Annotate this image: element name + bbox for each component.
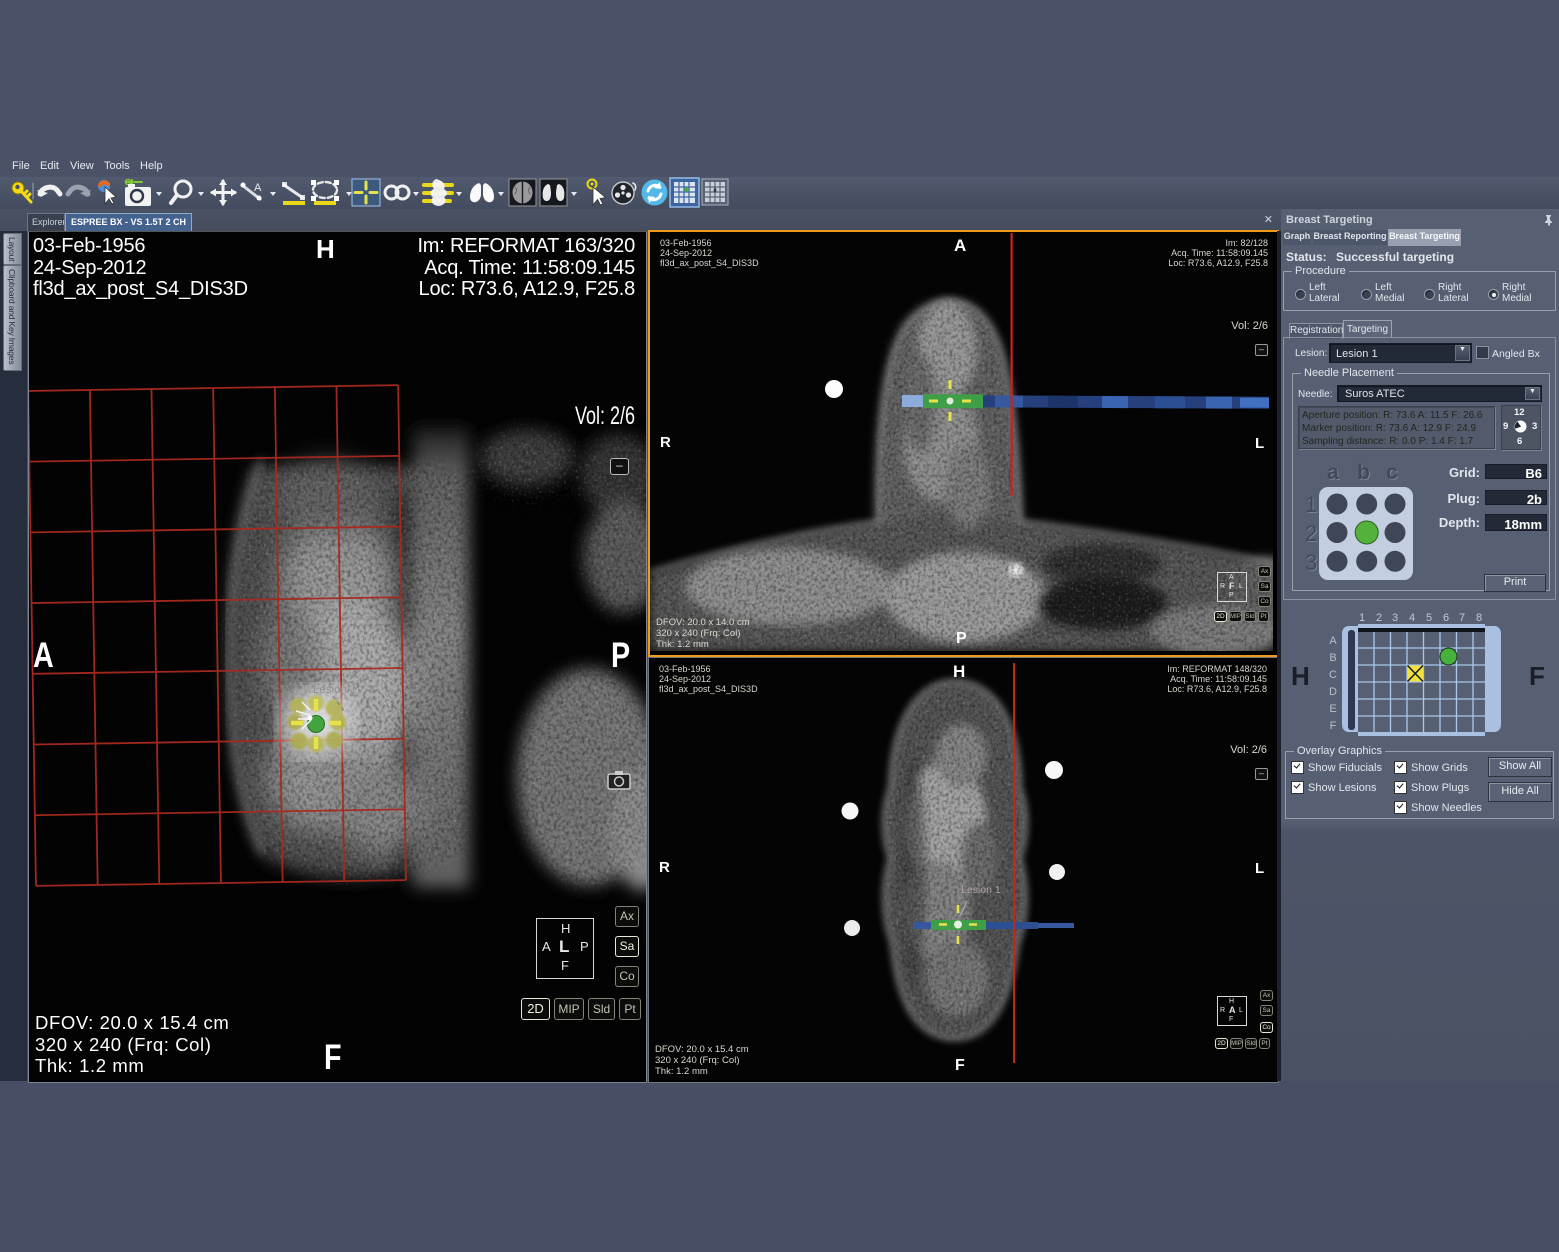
svg-text:A: A [254,182,262,194]
svg-text:Lesion 1: Lesion 1 [961,884,1001,896]
svg-text:Lesion 1: Lesion 1 [313,684,356,696]
